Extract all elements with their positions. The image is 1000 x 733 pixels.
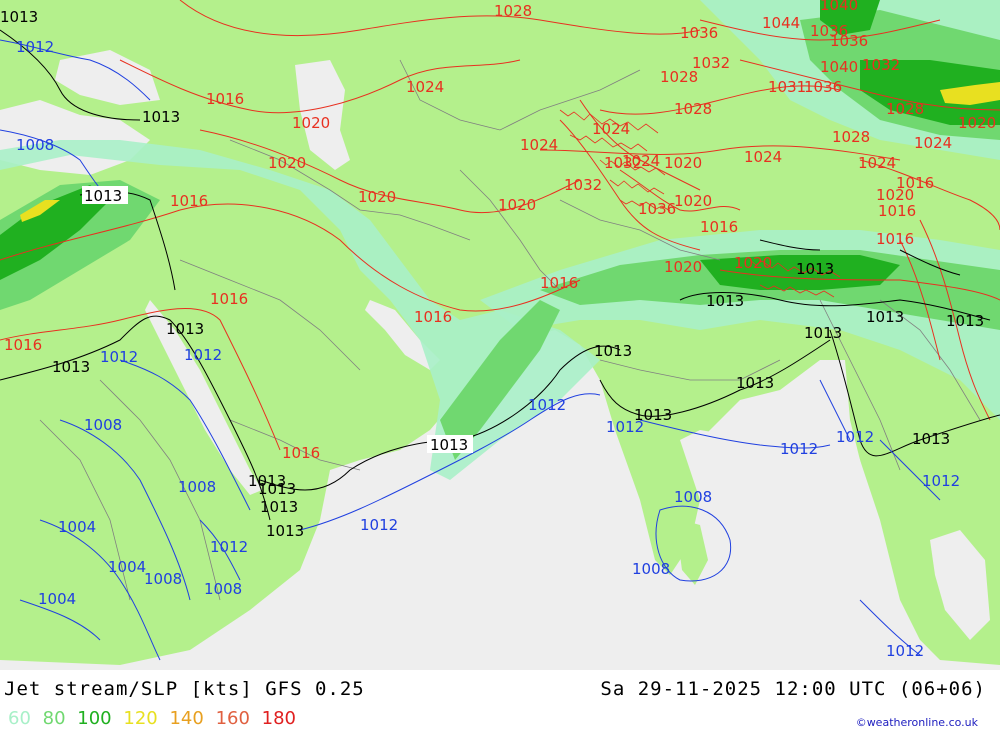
legend-item: 120 (123, 708, 158, 729)
isobar-label: 1012 (210, 538, 248, 556)
isobar-label: 1013 (266, 522, 304, 540)
isobar-label: 1013 (430, 436, 468, 454)
isobar-label: 1008 (144, 570, 182, 588)
isobar-label: 1032 (862, 56, 900, 74)
legend-item: 180 (261, 708, 297, 729)
jet-speed-legend: 60 80 100 120 140 160 180 (8, 708, 302, 729)
isobar-label: 1036 (804, 78, 842, 96)
isobar-label: 1008 (632, 560, 670, 578)
isobar-label: 1040 (820, 0, 858, 14)
isobar-label: 1016 (170, 192, 208, 210)
isobar-label: 1013 (946, 312, 984, 330)
isobar-label: 1016 (876, 230, 914, 248)
isobar-label: 1020 (958, 114, 996, 132)
isobar-label: 1028 (674, 100, 712, 118)
isobar-label: 1004 (38, 590, 76, 608)
isobar-label: 1013 (912, 430, 950, 448)
isobar-label: 1013 (260, 498, 298, 516)
isobar-label: 1013 (736, 374, 774, 392)
isobar-label: 1013 (866, 308, 904, 326)
isobar-label: 1012 (528, 396, 566, 414)
isobar-label: 1012 (360, 516, 398, 534)
isobar-label: 1032 (564, 176, 602, 194)
isobar-label: 1013 (166, 320, 204, 338)
isobar-label: 1016 (414, 308, 452, 326)
isobar-label: 1013 (0, 8, 38, 26)
isobar-label: 1016 (540, 274, 578, 292)
isobar-label: 1013 (258, 480, 296, 498)
isobar-label: 1016 (700, 218, 738, 236)
isobar-label: 1024 (622, 152, 660, 170)
isobar-label: 1020 (358, 188, 396, 206)
isobar-label: 1040 (820, 58, 858, 76)
isobar-label: 1008 (178, 478, 216, 496)
isobar-label: 1013 (706, 292, 744, 310)
isobar-label: 1013 (84, 187, 122, 205)
isobar-label: 1008 (204, 580, 242, 598)
isobar-label: 1016 (4, 336, 42, 354)
isobar-label: 1004 (108, 558, 146, 576)
isobar-label: 1036 (680, 24, 718, 42)
isobar-label: 1031 (768, 78, 806, 96)
legend-item: 100 (77, 708, 112, 729)
isobar-label: 1024 (520, 136, 558, 154)
isobar-label: 1020 (498, 196, 536, 214)
isobar-label: 1012 (922, 472, 960, 490)
isobar-label: 1020 (268, 154, 306, 172)
legend-item: 60 (8, 708, 31, 729)
isobar-label: 1013 (804, 324, 842, 342)
isobar-label: 1008 (84, 416, 122, 434)
legend-item: 160 (215, 708, 250, 729)
isobar-label: 1016 (206, 90, 244, 108)
isobar-label: 1016 (282, 444, 320, 462)
weather-map: 1028 1036 1044 1040 1036 1036 1032 1040 … (0, 0, 1000, 670)
map-title: Jet stream/SLP [kts] GFS 0.25 (4, 678, 365, 700)
isobar-label: 1028 (886, 100, 924, 118)
isobar-label: 1013 (796, 260, 834, 278)
isobar-label: 1020 (664, 258, 702, 276)
legend-item: 80 (42, 708, 66, 729)
isobar-label: 1020 (734, 254, 772, 272)
isobar-label: 1008 (16, 136, 54, 154)
isobar-label: 1028 (660, 68, 698, 86)
isobar-label: 1008 (674, 488, 712, 506)
legend-item: 140 (169, 708, 204, 729)
isobar-label: 1016 (896, 174, 934, 192)
isobar-label: 1016 (878, 202, 916, 220)
isobar-label: 1044 (762, 14, 800, 32)
isobar-label: 1013 (142, 108, 180, 126)
credit-link[interactable]: ©weatheronline.co.uk (856, 716, 978, 729)
isobar-label: 1012 (780, 440, 818, 458)
isobar-label: 1013 (594, 342, 632, 360)
isobar-label: 1024 (858, 154, 896, 172)
isobar-label: 1016 (210, 290, 248, 308)
isobar-label: 1024 (914, 134, 952, 152)
isobar-label: 1013 (52, 358, 90, 376)
isobar-label: 1020 (664, 154, 702, 172)
isobar-label: 1024 (406, 78, 444, 96)
isobar-label: 1012 (606, 418, 644, 436)
isobar-label: 1012 (836, 428, 874, 446)
isobar-label: 1028 (832, 128, 870, 146)
map-datetime: Sa 29-11-2025 12:00 UTC (06+06) (600, 678, 986, 700)
isobar-label: 1020 (674, 192, 712, 210)
isobar-label: 1020 (292, 114, 330, 132)
isobar-label: 1024 (592, 120, 630, 138)
isobar-label: 1012 (184, 346, 222, 364)
isobar-label: 1004 (58, 518, 96, 536)
isobar-label: 1012 (100, 348, 138, 366)
isobar-label: 1028 (494, 2, 532, 20)
isobar-label: 1036 (830, 32, 868, 50)
isobar-label: 1012 (16, 38, 54, 56)
isobar-label: 1012 (886, 642, 924, 660)
isobar-label: 1036 (638, 200, 676, 218)
isobar-label: 1024 (744, 148, 782, 166)
